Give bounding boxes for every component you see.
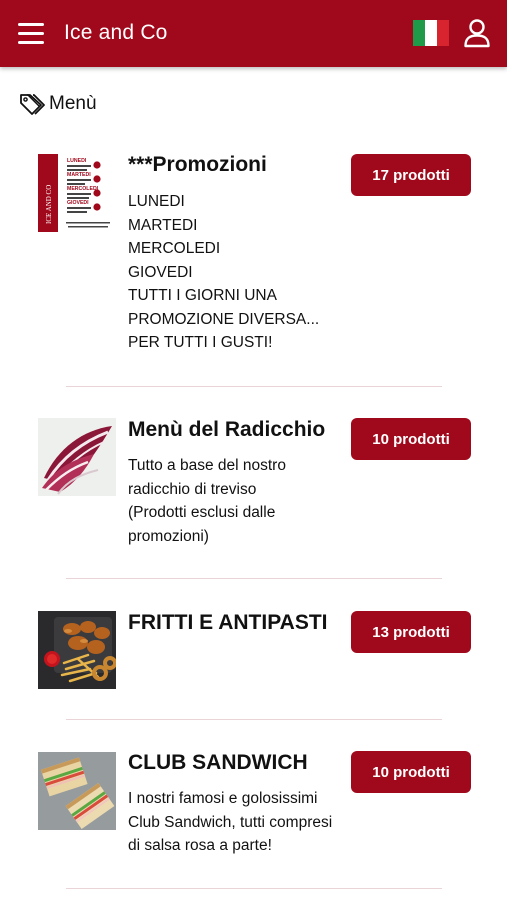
italian-flag-icon[interactable] xyxy=(413,20,449,46)
promozioni-thumbnail: ICE AND CO LUNEDI MARTEDI MERCOLEDI GIOV… xyxy=(38,154,116,232)
club-sandwich-thumbnail xyxy=(38,752,116,830)
user-icon[interactable] xyxy=(463,18,491,48)
thumb-side-text: ICE AND CO xyxy=(45,185,53,224)
top-app-bar: Ice and Co xyxy=(0,0,507,67)
divider xyxy=(66,578,442,579)
product-count-button[interactable]: 17 prodotti xyxy=(351,154,471,196)
svg-text:LUNEDI: LUNEDI xyxy=(67,158,87,164)
radicchio-thumbnail xyxy=(38,418,116,496)
product-count-button[interactable]: 10 prodotti xyxy=(351,751,471,793)
svg-text:MERCOLEDI: MERCOLEDI xyxy=(67,186,99,192)
category-title: Menù del Radicchio xyxy=(128,418,326,441)
category-description: Tutto a base del nostro radicchio di trev… xyxy=(128,457,286,545)
divider xyxy=(66,888,442,889)
hamburger-menu-icon[interactable] xyxy=(18,22,44,44)
app-title: Ice and Co xyxy=(64,21,168,44)
product-count-button[interactable]: 13 prodotti xyxy=(351,611,471,653)
category-title: ***Promozioni xyxy=(128,153,267,176)
category-title: CLUB SANDWICH xyxy=(128,751,308,774)
section-heading: Menù xyxy=(19,92,97,116)
svg-text:MARTEDI: MARTEDI xyxy=(67,172,91,178)
category-title: FRITTI E ANTIPASTI xyxy=(128,611,328,634)
product-count-button[interactable]: 10 prodotti xyxy=(351,418,471,460)
category-description: LUNEDI MARTEDI MERCOLEDI GIOVEDI TUTTI I GIO… xyxy=(128,193,320,351)
divider xyxy=(66,386,442,387)
category-description: I nostri famosi e golosissimi Club Sandwi… xyxy=(128,790,333,854)
tag-icon xyxy=(20,94,45,115)
svg-text:GIOVEDI: GIOVEDI xyxy=(67,200,89,206)
divider xyxy=(66,719,442,720)
section-label: Menù xyxy=(49,93,97,114)
fritti-thumbnail xyxy=(38,611,116,689)
